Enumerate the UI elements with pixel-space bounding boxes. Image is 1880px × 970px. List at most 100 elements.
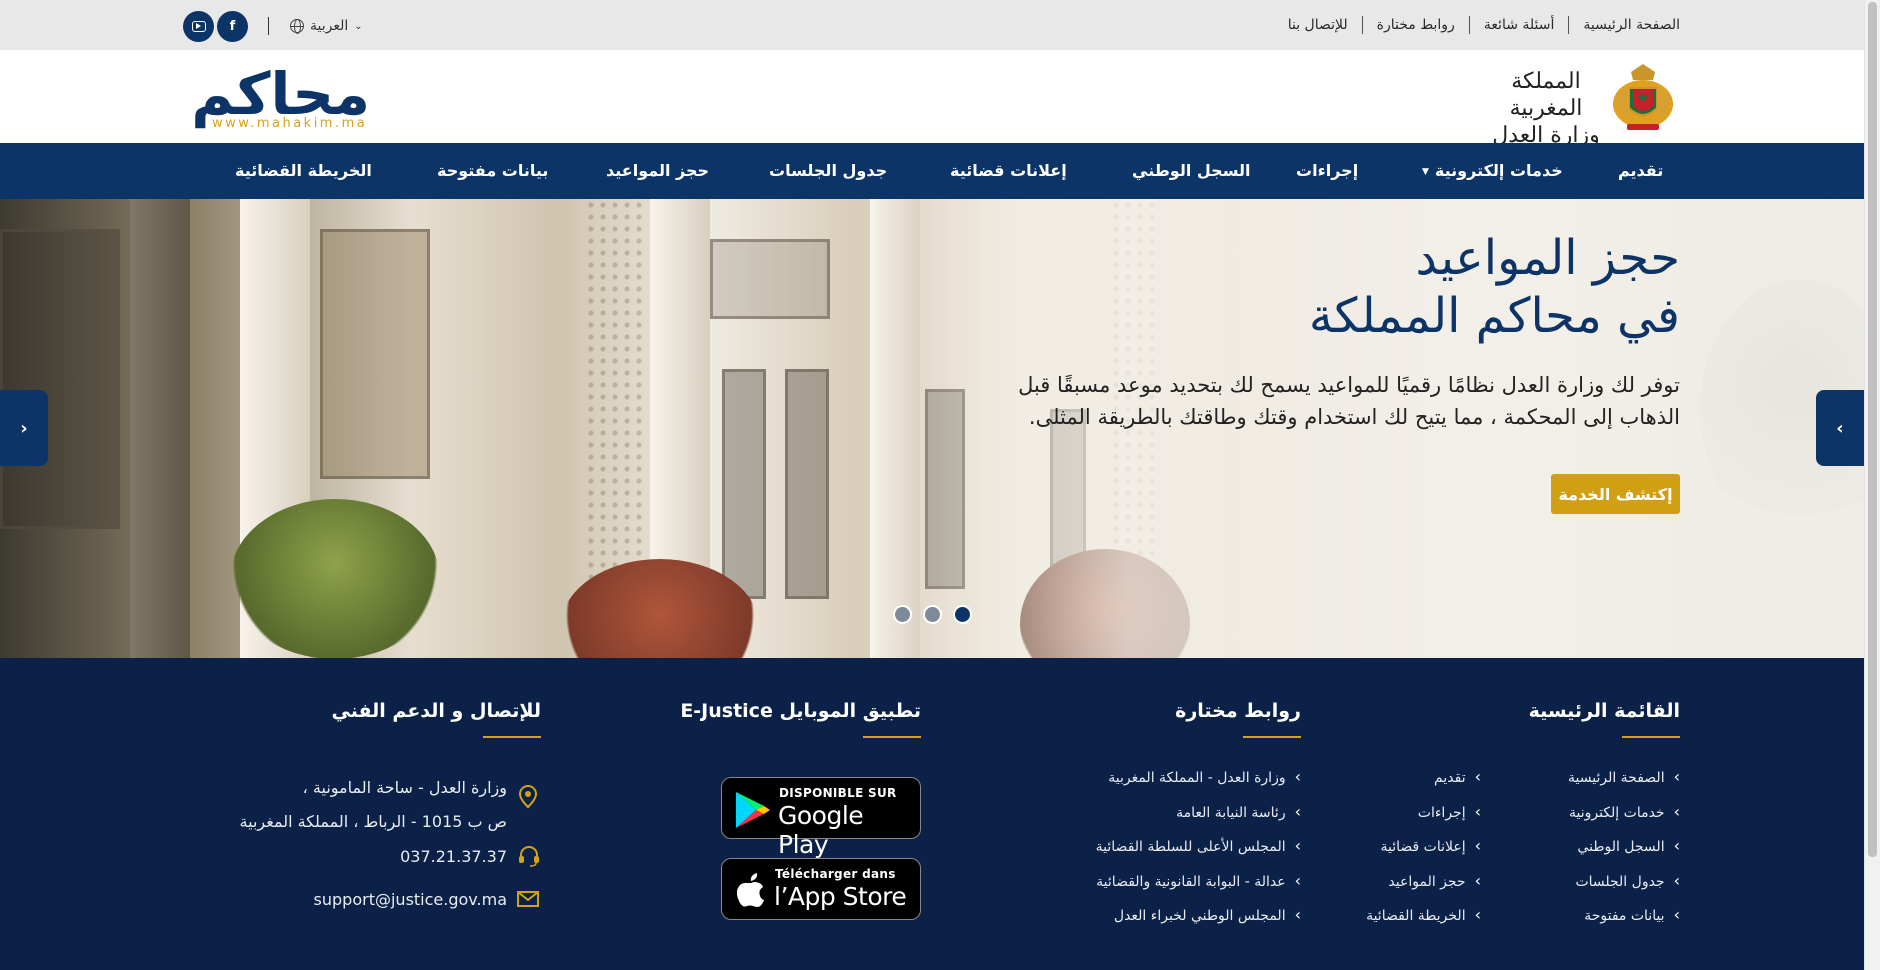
site-footer: القائمة الرئيسية الصفحة الرئيسية خدمات إ… — [0, 658, 1864, 970]
footer-link[interactable]: تقديم — [1366, 767, 1481, 802]
app-store-badge[interactable]: Télécharger dans l’App Store — [721, 858, 921, 920]
language-selector[interactable]: العربية ⌄ — [290, 18, 363, 34]
google-play-small-text: DISPONIBLE SUR — [779, 786, 897, 800]
footer-link[interactable]: السجل الوطني — [1568, 836, 1680, 871]
nav-item-judicial-map[interactable]: الخريطة القضائية — [235, 143, 372, 199]
hero-title-line-2: في محاكم المملكة — [1308, 288, 1680, 344]
contact-phone[interactable]: 037.21.37.37 — [400, 847, 507, 866]
footer-link[interactable]: وزارة العدل - المملكة المغربية — [1096, 767, 1301, 802]
discover-service-button[interactable]: إكتشف الخدمة — [1551, 474, 1680, 514]
logo-url: www.mahakim.ma — [212, 116, 368, 131]
slider-next-button[interactable]: ‹ — [1816, 390, 1864, 466]
facebook-icon: f — [229, 19, 236, 34]
chevron-left-icon: ‹ — [1836, 417, 1844, 439]
footer-main-list-b: تقديم إجراءات إعلانات قضائية حجز المواعي… — [1366, 767, 1481, 940]
divider — [268, 17, 269, 35]
slider-dot[interactable] — [923, 605, 942, 624]
title-underline — [1622, 736, 1680, 738]
language-label: العربية — [310, 18, 349, 34]
building-window — [0, 229, 120, 529]
contact-address: وزارة العدل - ساحة المامونية ، ص ب 1015 … — [240, 771, 507, 839]
slider-dot[interactable] — [893, 605, 912, 624]
footer-link[interactable]: رئاسة النيابة العامة — [1096, 802, 1301, 837]
top-link-contact[interactable]: للإتصال بنا — [1274, 15, 1362, 35]
address-line-1: وزارة العدل - ساحة المامونية ، — [302, 778, 507, 797]
contact-email[interactable]: support@justice.gov.ma — [314, 890, 507, 909]
chevron-right-icon: › — [20, 417, 28, 439]
footer-link[interactable]: المجلس الوطني لخبراء العدل — [1096, 905, 1301, 940]
globe-icon — [290, 19, 304, 34]
top-link-faq[interactable]: أسئلة شائعة — [1470, 15, 1569, 35]
ministry-logo-text[interactable]: المملكة المغربية وزارة العدل — [1490, 68, 1602, 149]
top-bar: الصفحة الرئيسية أسئلة شائعة روابط مختارة… — [0, 0, 1864, 50]
footer-col-selected-links: روابط مختارة — [1175, 700, 1301, 738]
footer-link[interactable]: جدول الجلسات — [1568, 871, 1680, 906]
tree-foliage — [230, 499, 440, 658]
google-play-icon — [736, 792, 770, 828]
footer-main-list-a: الصفحة الرئيسية خدمات إلكترونية السجل ال… — [1568, 767, 1680, 940]
hero-slider: حجز المواعيد في محاكم المملكة توفر لك وز… — [0, 199, 1864, 658]
divider — [1568, 16, 1570, 34]
caret-down-icon: ▼ — [1422, 166, 1429, 177]
chevron-down-icon: ⌄ — [354, 20, 363, 32]
mahakim-logo[interactable]: محاكم www.mahakim.ma — [191, 60, 372, 136]
scrollbar-thumb[interactable] — [1868, 2, 1877, 857]
footer-link[interactable]: الصفحة الرئيسية — [1568, 767, 1680, 802]
logo-text: محاكم — [191, 60, 372, 128]
footer-title-selected-links: روابط مختارة — [1175, 700, 1301, 722]
footer-col-contact: للإتصال و الدعم الفني — [331, 700, 542, 738]
hero-title: حجز المواعيد في محاكم المملكة — [1309, 229, 1680, 345]
nav-item-procedures[interactable]: إجراءات — [1296, 143, 1358, 199]
slider-dot-active[interactable] — [953, 605, 972, 624]
building-balcony — [710, 239, 830, 319]
building-window — [320, 229, 430, 479]
main-nav: تقديم خدمات إلكترونية ▼ إجراءات السجل الو… — [0, 143, 1864, 199]
nav-item-appointments[interactable]: حجز المواعيد — [606, 143, 709, 199]
headset-icon — [519, 846, 539, 867]
footer-link[interactable]: إعلانات قضائية — [1366, 836, 1481, 871]
royal-emblem-icon — [1613, 64, 1673, 130]
footer-title-contact: للإتصال و الدعم الفني — [331, 700, 542, 722]
nav-item-judicial-ads[interactable]: إعلانات قضائية — [950, 143, 1067, 199]
title-underline — [1243, 736, 1301, 738]
vertical-scrollbar[interactable] — [1864, 0, 1880, 970]
nav-item-open-data[interactable]: بيانات مفتوحة — [437, 143, 548, 199]
top-link-selected-links[interactable]: روابط مختارة — [1363, 15, 1469, 35]
nav-item-eservices[interactable]: خدمات إلكترونية ▼ — [1422, 143, 1563, 199]
address-line-2: ص ب 1015 - الرباط ، المملكة المغربية — [239, 812, 507, 831]
ministry-line-kingdom: المملكة المغربية — [1509, 69, 1583, 121]
youtube-icon — [191, 21, 206, 32]
nav-item-label: خدمات إلكترونية — [1434, 161, 1563, 180]
nav-item-sessions-schedule[interactable]: جدول الجلسات — [769, 143, 887, 199]
youtube-button[interactable] — [183, 11, 214, 42]
slider-prev-button[interactable]: › — [0, 390, 48, 466]
google-play-big-text: Google Play — [778, 801, 864, 859]
apple-icon — [736, 873, 764, 907]
footer-col-mobile-app: تطبيق الموبايل E-Justice — [680, 700, 921, 738]
footer-link[interactable]: المجلس الأعلى للسلطة القضائية — [1096, 836, 1301, 871]
footer-link[interactable]: عدالة - البوابة القانونية والقضائية — [1096, 871, 1301, 906]
location-pin-icon — [518, 785, 538, 809]
footer-title-mobile-app: تطبيق الموبايل E-Justice — [680, 700, 921, 722]
page: الصفحة الرئيسية أسئلة شائعة روابط مختارة… — [0, 0, 1864, 970]
footer-link[interactable]: خدمات إلكترونية — [1568, 802, 1680, 837]
footer-selected-links-list: وزارة العدل - المملكة المغربية رئاسة الن… — [1096, 767, 1301, 940]
envelope-icon — [517, 891, 539, 907]
footer-link[interactable]: الخريطة القضائية — [1366, 905, 1481, 940]
footer-col-main-menu: القائمة الرئيسية — [1529, 700, 1680, 738]
title-underline — [863, 736, 921, 738]
footer-title-main-menu: القائمة الرئيسية — [1528, 700, 1680, 722]
title-underline — [483, 736, 541, 738]
nav-item-intro[interactable]: تقديم — [1618, 143, 1663, 199]
app-store-small-text: Télécharger dans — [775, 867, 896, 881]
footer-link[interactable]: حجز المواعيد — [1366, 871, 1481, 906]
facebook-button[interactable]: f — [217, 11, 248, 42]
google-play-badge[interactable]: DISPONIBLE SUR Google Play — [721, 777, 921, 859]
building-pillar — [130, 199, 190, 658]
footer-link[interactable]: إجراءات — [1366, 802, 1481, 837]
footer-link[interactable]: بيانات مفتوحة — [1568, 905, 1680, 940]
app-store-big-text: l’App Store — [774, 882, 907, 911]
divider — [1468, 16, 1470, 34]
nav-item-national-register[interactable]: السجل الوطني — [1132, 143, 1250, 199]
top-link-home[interactable]: الصفحة الرئيسية — [1569, 15, 1680, 35]
